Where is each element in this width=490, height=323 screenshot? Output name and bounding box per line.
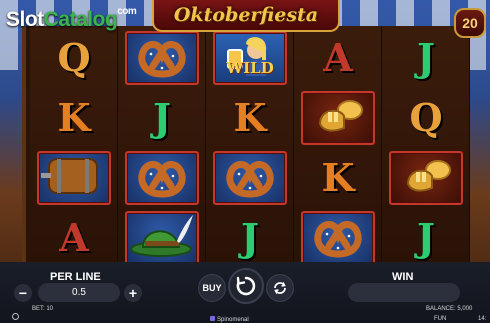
reel-cell	[118, 28, 206, 88]
buy-button[interactable]: BUY	[198, 274, 226, 302]
pretzel-icon	[135, 34, 189, 83]
lines-badge: 20	[454, 8, 486, 38]
wild-symbol: WILD	[213, 31, 287, 85]
reel-cell	[294, 88, 382, 148]
watermark-logo: SlotCatalogcom	[6, 6, 137, 31]
tuba-symbol	[389, 151, 463, 205]
reel-cell	[30, 148, 118, 208]
card-symbol-j: J	[417, 35, 435, 80]
reel-cell: Q	[382, 88, 470, 148]
card-symbol-k: K	[321, 155, 355, 200]
pretzel-icon	[135, 154, 189, 203]
barrel-symbol	[37, 151, 111, 205]
card-symbol-j: J	[417, 215, 435, 260]
reel-column: J	[118, 26, 206, 268]
card-symbol-k: K	[57, 95, 91, 140]
reel-column: QK A	[30, 26, 118, 268]
reel-cell: A	[294, 28, 382, 88]
spin-button[interactable]	[228, 268, 264, 304]
reel-cell: K	[206, 88, 294, 148]
reel-cell: K	[30, 88, 118, 148]
card-symbol-a: A	[323, 35, 353, 80]
reel-cell	[382, 148, 470, 208]
reel-cell: K	[294, 148, 382, 208]
reel-cell: A	[30, 208, 118, 268]
hat-symbol	[125, 211, 199, 265]
card-symbol-q: Q	[57, 35, 91, 80]
provider-label: Spinomenal	[210, 316, 249, 323]
card-symbol-k: K	[233, 95, 267, 140]
reel-column: AK	[294, 26, 382, 268]
tuba-symbol	[301, 91, 375, 145]
card-symbol-j: J	[241, 215, 259, 260]
spin-icon	[236, 276, 256, 296]
card-symbol-a: A	[59, 215, 89, 260]
per-line-value: 0.5	[38, 283, 120, 302]
wild-label: WILD	[226, 59, 274, 77]
reel-cell: J	[382, 28, 470, 88]
reel-column: JQJ	[382, 26, 470, 268]
card-symbol-q: Q	[409, 95, 443, 140]
reel-column: WILD K J	[206, 26, 294, 268]
reel-cell: J	[382, 208, 470, 268]
reel-cell: Q	[30, 28, 118, 88]
decrease-bet-button[interactable]: −	[14, 284, 32, 302]
pretzel-icon	[311, 214, 365, 263]
game-title: Oktoberfiesta	[173, 4, 319, 26]
reel-cell: J	[206, 208, 294, 268]
pretzel-icon	[223, 154, 277, 203]
win-value-field	[348, 283, 460, 302]
card-symbol-j: J	[153, 95, 171, 140]
bet-readout: BET: 10	[32, 306, 54, 312]
reel-cell: J	[118, 88, 206, 148]
tuba-icon	[398, 154, 454, 203]
tuba-icon	[310, 94, 366, 143]
game-title-banner: Oktoberfiesta	[152, 0, 340, 32]
pretzel-symbol	[125, 151, 199, 205]
win-label: WIN	[392, 271, 414, 283]
provider-icon	[210, 316, 215, 321]
lines-count: 20	[462, 15, 478, 31]
mode-label: FUN	[434, 316, 447, 322]
pretzel-symbol	[213, 151, 287, 205]
reel-cell	[294, 208, 382, 268]
autoplay-icon	[274, 282, 286, 294]
per-line-label: PER LINE	[50, 271, 101, 283]
increase-bet-button[interactable]: +	[124, 284, 142, 302]
reel-cell	[118, 148, 206, 208]
balance-readout: BALANCE: 5,000	[426, 306, 473, 312]
hat-icon	[127, 211, 197, 266]
clock: 14:	[478, 316, 487, 322]
barrel-icon	[39, 151, 109, 206]
reel-cell	[206, 148, 294, 208]
pretzel-symbol	[125, 31, 199, 85]
autoplay-button[interactable]	[266, 274, 294, 302]
reel-grid: Q K A J WILD K J A K J Q J	[22, 26, 470, 268]
pretzel-symbol	[301, 211, 375, 265]
info-icon[interactable]	[12, 313, 19, 320]
reel-cell: WILD	[206, 28, 294, 88]
reel-cell	[118, 208, 206, 268]
